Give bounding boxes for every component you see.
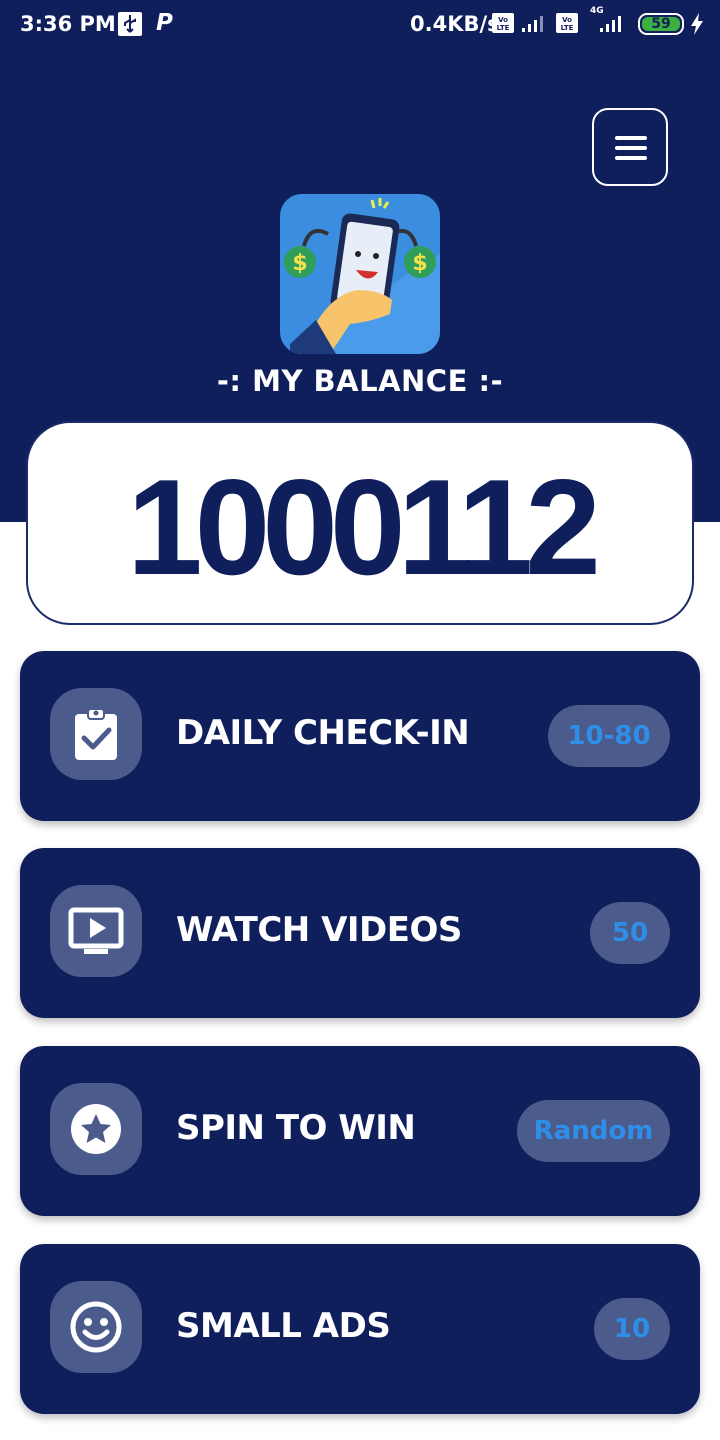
charging-icon (690, 13, 704, 40)
task-label: SMALL ADS (176, 1306, 391, 1346)
task-reward-badge: 50 (590, 902, 670, 964)
small-ads-card[interactable]: SMALL ADS 10 (20, 1244, 700, 1414)
task-label: DAILY CHECK-IN (176, 713, 470, 753)
svg-text:$: $ (412, 251, 427, 276)
balance-card: 1000112 (26, 421, 694, 625)
usb-icon (118, 12, 142, 36)
parking-app-icon: P (156, 10, 173, 36)
watch-videos-card[interactable]: WATCH VIDEOS 50 (20, 848, 700, 1018)
signal-icon (520, 13, 548, 38)
volte-icon: Vo LTE (492, 13, 514, 38)
task-reward-badge: 10-80 (548, 705, 670, 767)
svg-text:LTE: LTE (497, 24, 510, 32)
balance-label: -: MY BALANCE :- (216, 364, 504, 398)
task-icon-container (50, 1083, 142, 1175)
task-label: WATCH VIDEOS (176, 910, 462, 950)
app-logo: $ $ (280, 194, 440, 354)
svg-text:Vo: Vo (562, 16, 572, 24)
svg-text:LTE: LTE (561, 24, 574, 32)
star-circle-icon (71, 1104, 121, 1154)
status-bar: 3:36 PM P 0.4KB/s Vo LTE Vo LTE 4G 59 (0, 0, 720, 50)
menu-button[interactable] (592, 108, 668, 186)
balance-value: 1000112 (127, 451, 601, 603)
battery-icon: 59 (638, 13, 684, 35)
signal-icon (592, 13, 628, 38)
volte-icon: Vo LTE (556, 13, 578, 38)
battery-level: 59 (642, 17, 680, 31)
task-reward-badge: 10 (594, 1298, 670, 1360)
task-icon-container (50, 885, 142, 977)
svg-text:Vo: Vo (498, 16, 508, 24)
hamburger-menu-icon (615, 136, 647, 140)
svg-text:$: $ (292, 251, 307, 276)
spin-to-win-card[interactable]: SPIN TO WIN Random (20, 1046, 700, 1216)
task-label: SPIN TO WIN (176, 1108, 416, 1148)
network-speed: 0.4KB/s (410, 12, 500, 36)
smiley-icon (70, 1301, 122, 1353)
task-icon-container (50, 1281, 142, 1373)
tv-play-icon (68, 907, 124, 954)
task-icon-container (50, 688, 142, 780)
task-reward-badge: Random (517, 1100, 670, 1162)
clipboard-check-icon (75, 708, 117, 760)
status-time: 3:36 PM (20, 12, 116, 36)
daily-check-in-card[interactable]: DAILY CHECK-IN 10-80 (20, 651, 700, 821)
